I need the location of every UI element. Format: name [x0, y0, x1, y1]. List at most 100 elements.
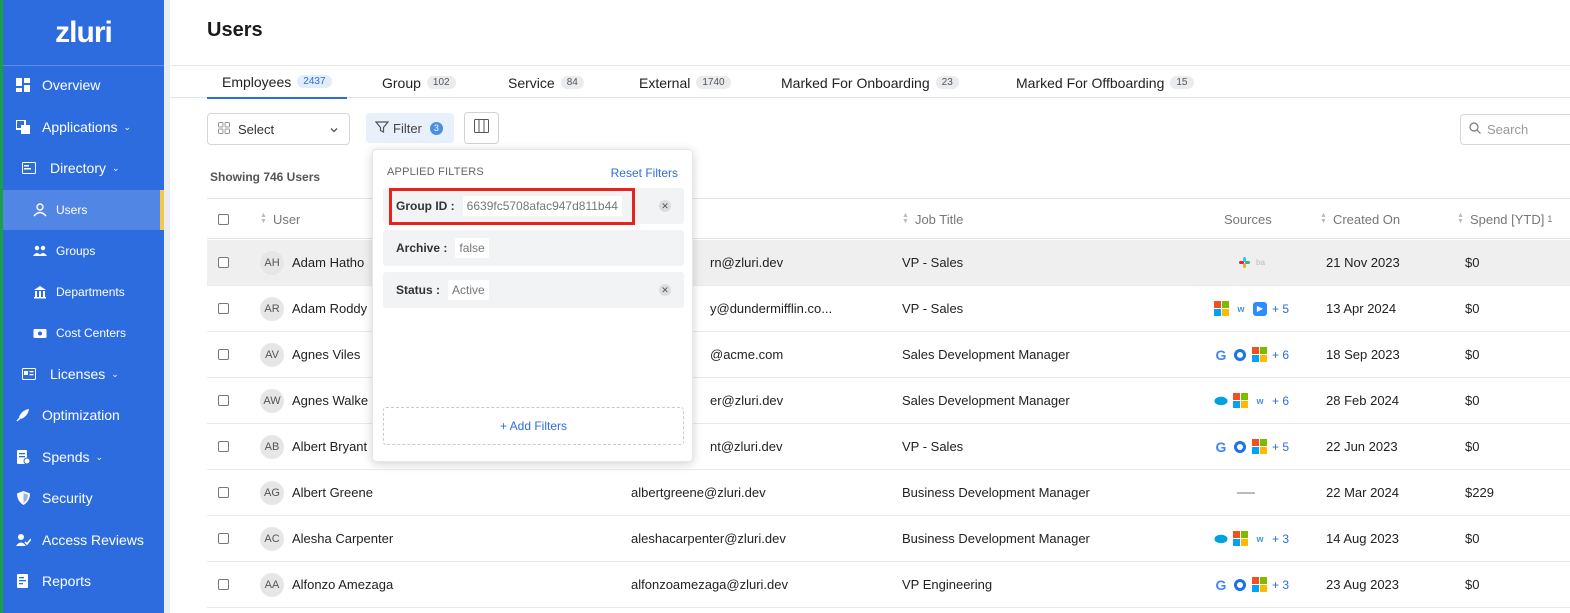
filter-value: Active	[448, 280, 489, 300]
select-label: Select	[238, 121, 275, 137]
more-sources[interactable]: + 3	[1272, 578, 1289, 592]
tab-count: 1740	[696, 76, 731, 89]
user-name[interactable]: Alfonzo Amezaga	[292, 577, 393, 592]
column-header-sources: Sources	[1224, 199, 1272, 239]
search-icon	[1469, 122, 1481, 137]
user-name[interactable]: Albert Bryant	[292, 439, 367, 454]
row-checkbox[interactable]	[218, 487, 229, 498]
search-input[interactable]: Search	[1460, 114, 1570, 145]
sidebar-item-overview[interactable]: Overview	[3, 65, 164, 105]
user-name[interactable]: Adam Hatho	[292, 255, 364, 270]
created-on: 28 Feb 2024	[1326, 393, 1400, 408]
tab-count: 2437	[297, 75, 332, 88]
sidebar-item-applications[interactable]: Applications ⌄	[3, 107, 164, 147]
sidebar-item-label: Users	[56, 203, 88, 217]
sidebar-item-licenses[interactable]: Licenses ⌄	[3, 354, 164, 394]
tab-service[interactable]: Service 84	[508, 66, 584, 99]
user-name[interactable]: Adam Roddy	[292, 301, 367, 316]
table-row[interactable]: AG Albert Greene albertgreene@zluri.dev B…	[207, 470, 1570, 516]
job-title: Business Development Manager	[902, 485, 1090, 500]
column-header-spend[interactable]: ▲ ▼ Spend [YTD] 1	[1457, 199, 1552, 239]
sidebar-item-directory[interactable]: Directory ⌄	[3, 148, 164, 188]
sources-list[interactable]: ba	[1237, 256, 1265, 270]
user-name[interactable]: Alesha Carpenter	[292, 531, 393, 546]
filter-key: Archive :	[396, 241, 448, 255]
tab-marked-for-onboarding[interactable]: Marked For Onboarding 23	[781, 66, 959, 99]
table-row[interactable]: AA Alfonzo Amezaga alfonzoamezaga@zluri.d…	[207, 562, 1570, 608]
more-sources[interactable]: + 5	[1272, 302, 1289, 316]
tab-bar: Employees 2437 Group 102 Service 84 Exte…	[170, 65, 1570, 99]
created-on: 22 Jun 2023	[1326, 439, 1398, 454]
filter-chip-archive[interactable]: Archive : false	[383, 230, 684, 266]
slack-icon	[1237, 256, 1251, 270]
close-icon[interactable]: ✕	[659, 284, 671, 296]
filter-chip-status[interactable]: Status : Active ✕	[383, 272, 684, 308]
sources-list[interactable]: w + 6	[1214, 393, 1289, 408]
microsoft-icon	[1233, 393, 1248, 408]
licenses-icon	[21, 366, 37, 382]
row-checkbox[interactable]	[218, 257, 229, 268]
avatar: AV	[260, 342, 284, 367]
columns-button[interactable]	[464, 112, 499, 144]
tab-label: Marked For Onboarding	[781, 74, 930, 91]
more-sources[interactable]: + 3	[1272, 532, 1289, 546]
search-placeholder: Search	[1487, 122, 1529, 137]
sources-list[interactable]: G + 3	[1214, 577, 1289, 593]
filter-button[interactable]: Filter 3	[366, 113, 454, 143]
user-name[interactable]: Agnes Viles	[292, 347, 360, 362]
user-email: albertgreene@zluri.dev	[631, 485, 766, 500]
sidebar-item-security[interactable]: Security	[3, 478, 164, 518]
table-row[interactable]: AC Alesha Carpenter aleshacarpenter@zluri…	[207, 516, 1570, 562]
sources-list[interactable]: w + 3	[1214, 531, 1289, 546]
columns-icon	[474, 118, 489, 138]
row-checkbox[interactable]	[218, 349, 229, 360]
logo[interactable]: zluri	[3, 0, 164, 66]
more-sources[interactable]: + 6	[1272, 394, 1289, 408]
more-sources[interactable]: + 6	[1272, 348, 1289, 362]
close-icon[interactable]: ✕	[659, 200, 671, 212]
add-filters-button[interactable]: + Add Filters	[383, 407, 684, 445]
column-label: Job Title	[914, 211, 964, 227]
checkbox[interactable]	[218, 213, 229, 225]
tab-external[interactable]: External 1740	[639, 66, 731, 99]
sidebar-item-reports[interactable]: Reports	[3, 561, 164, 601]
workday-icon: w	[1256, 533, 1264, 544]
sources-list[interactable]: G + 6	[1214, 347, 1289, 363]
sidebar-item-users[interactable]: Users	[3, 190, 164, 230]
bulk-select-dropdown[interactable]: Select	[207, 113, 350, 145]
user-name[interactable]: Agnes Walke	[292, 393, 368, 408]
tab-employees[interactable]: Employees 2437	[207, 66, 347, 99]
tab-marked-for-offboarding[interactable]: Marked For Offboarding 15	[1016, 66, 1194, 99]
tab-label: Group	[382, 74, 421, 91]
sidebar-item-optimization[interactable]: Optimization	[3, 395, 164, 435]
sources-list[interactable]: w ▶ + 5	[1214, 301, 1289, 316]
sidebar-item-label: Optimization	[42, 407, 120, 423]
tab-group[interactable]: Group 102	[382, 66, 456, 99]
column-header-created-on[interactable]: ▲ ▼ Created On	[1320, 199, 1400, 239]
row-checkbox[interactable]	[218, 303, 229, 314]
microsoft-icon	[1252, 577, 1267, 592]
column-header-user[interactable]: ▲ ▼ User	[260, 199, 300, 239]
row-checkbox[interactable]	[218, 395, 229, 406]
sidebar-item-departments[interactable]: Departments	[3, 272, 164, 312]
results-count: Showing 746 Users	[210, 170, 321, 184]
avatar: AR	[260, 296, 284, 321]
sidebar-item-spends[interactable]: Spends ⌄	[3, 437, 164, 477]
applied-filters-panel: APPLIED FILTERS Reset Filters Group ID :…	[372, 149, 693, 462]
job-title: VP - Sales	[902, 301, 964, 316]
row-checkbox[interactable]	[218, 579, 229, 590]
select-all-checkbox[interactable]	[218, 199, 229, 239]
sources-list[interactable]: G + 5	[1214, 439, 1289, 455]
reset-filters-link[interactable]: Reset Filters	[611, 166, 678, 180]
grid-icon	[218, 121, 230, 137]
sidebar-item-access-reviews[interactable]: Access Reviews	[3, 520, 164, 560]
sidebar-item-cost-centers[interactable]: Cost Centers	[3, 313, 164, 353]
row-checkbox[interactable]	[218, 533, 229, 544]
tab-label: Marked For Offboarding	[1016, 74, 1165, 91]
column-header-job-title[interactable]: ▲ ▼ Job Title	[902, 199, 963, 239]
sources-list[interactable]	[1237, 486, 1255, 500]
user-name[interactable]: Albert Greene	[292, 485, 373, 500]
sidebar-item-groups[interactable]: Groups	[3, 231, 164, 271]
row-checkbox[interactable]	[218, 441, 229, 452]
more-sources[interactable]: + 5	[1272, 440, 1289, 454]
